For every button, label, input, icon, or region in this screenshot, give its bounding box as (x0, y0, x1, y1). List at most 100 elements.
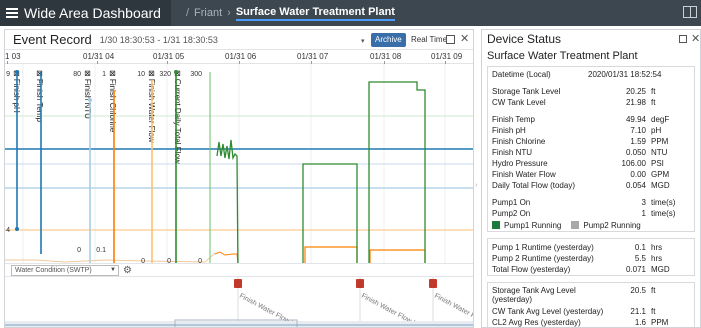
status-row-value: 1.59 (630, 137, 646, 146)
alarm-icon (429, 279, 437, 288)
status-row: Finish NTU 0.050 NTU (488, 147, 694, 158)
status-row-unit: GPM (651, 170, 670, 179)
status-row-unit: PPM (651, 137, 669, 146)
status-row-unit: MGD (651, 265, 670, 274)
maximize-icon[interactable] (679, 35, 687, 43)
series-max-label: 300 (190, 71, 202, 78)
time-tick-label: 01/31 09 (431, 52, 463, 61)
alarm-icon (234, 279, 242, 288)
series-min-label: 0.1 (96, 247, 106, 254)
status-row: Pump 1 Runtime (yesterday) 0.1 hrs (488, 242, 694, 253)
status-row: Finish Water Flow 0.00 GPM (488, 169, 694, 180)
status-row: Pump1 On 3 time(s) (488, 197, 694, 208)
status-row-value: 0.00 (630, 170, 646, 179)
series-line-chlorine (214, 251, 239, 263)
datetime-row: Datetime (Local) 2020/01/31 18:52:54 (488, 69, 694, 80)
status-row-unit: ft (651, 307, 656, 316)
breadcrumb-arrow-icon: › (227, 7, 231, 19)
time-range[interactable]: 1/30 18:30:53 - 1/31 18:30:53 (100, 35, 218, 45)
status-row-unit: ft (651, 87, 656, 96)
status-row-label: Pump 1 Runtime (yesterday) (492, 243, 594, 252)
condition-select[interactable]: Water Condition (SWTP) (11, 264, 119, 276)
time-tick-label: 01/31 07 (297, 52, 329, 61)
status-row: Daily Total Flow (today) 0.054 MGD (488, 180, 694, 191)
series-max-label: 1 (102, 71, 106, 78)
status-row-label: Pump1 On (492, 198, 531, 207)
status-row-label: Finish Chlorine (492, 137, 546, 146)
filter-bar: Water Condition (SWTP) ⚙ (5, 263, 473, 277)
status-row-value: 20.25 (625, 87, 646, 96)
status-row-unit: NTU (651, 148, 668, 157)
status-row-unit: pH (651, 126, 662, 135)
status-row-unit: ft (651, 98, 656, 107)
series-name-label: ⊠ Finish Chlorine (108, 70, 117, 133)
status-row-value: 7.10 (630, 126, 646, 135)
realtime-button[interactable]: Real Time (409, 33, 449, 47)
status-row: Total Flow (yesterday) 0.071 MGD (488, 264, 694, 275)
status-row-label: Finish pH (492, 126, 526, 135)
layout-toggle-icon[interactable] (683, 6, 697, 18)
status-row-value: 0.071 (625, 265, 646, 274)
event-record-title: Event Record (13, 32, 92, 47)
series-name-label: ⊠ Finish Temp (35, 70, 44, 122)
status-row-unit: time(s) (651, 209, 676, 218)
yesterday-averages-table: Storage Tank Avg Level (yesterday) 20.5 ft… (487, 282, 695, 327)
status-row-label: Daily Total Flow (today) (492, 181, 575, 190)
status-row: Hydro Pressure 106.00 PSI (488, 158, 694, 169)
status-row-value: 1 (641, 209, 646, 218)
status-row-value: 3 (641, 198, 646, 207)
status-row: Finish Chlorine 1.59 PPM (488, 136, 694, 147)
close-icon[interactable]: ✕ (691, 32, 700, 45)
status-row-unit: hrs (651, 254, 663, 263)
breadcrumb: / Friant › Surface Water Treatment Plant (181, 6, 395, 21)
archive-button[interactable]: Archive (371, 33, 406, 47)
status-row-label: CL2 Avg Res (yesterday) (492, 318, 581, 327)
status-row: Pump 2 Runtime (yesterday) 5.5 hrs (488, 253, 694, 264)
series-line-total-flow (216, 139, 239, 263)
status-row-unit: hrs (651, 243, 663, 252)
status-row-label: Hydro Pressure (492, 159, 548, 168)
pump-status-legend: Pump1 Running Pump2 Running (488, 219, 694, 231)
scale-bar-cap (88, 98, 92, 102)
time-axis: 1 03 01/31 04 01/31 05 01/31 06 01/31 07 01/3… (5, 50, 473, 64)
chevron-down-icon[interactable]: ▾ (361, 37, 365, 45)
main-menu-button[interactable]: Wide Area Dashboard (0, 0, 171, 26)
status-row-label: Storage Tank Level (492, 87, 561, 96)
breadcrumb-friant[interactable]: Friant (194, 7, 222, 19)
gear-icon[interactable]: ⚙ (123, 265, 132, 276)
scale-bar-cap (174, 70, 178, 74)
status-row-label: Finish Temp (492, 115, 535, 124)
status-table: Datetime (Local) 2020/01/31 18:52:54 Sto… (487, 66, 695, 232)
alarm-icon (356, 279, 364, 288)
status-row-label: Pump 2 Runtime (yesterday) (492, 254, 594, 263)
status-row-value: 0.050 (625, 148, 646, 157)
top-bar: Wide Area Dashboard / Friant › Surface W… (0, 0, 701, 26)
series-line-chlorine-pumps (304, 246, 426, 263)
time-tick-label: 01/31 05 (153, 52, 185, 61)
status-row-value: 21.1 (630, 307, 646, 316)
maximize-icon[interactable] (446, 35, 455, 44)
status-row-label: Storage Tank Avg Level (yesterday) (492, 286, 576, 304)
close-icon[interactable]: ✕ (460, 32, 469, 45)
datetime-label: Datetime (Local) (492, 70, 551, 79)
status-row-label: Total Flow (yesterday) (492, 265, 571, 274)
status-row-label: Pump2 On (492, 209, 531, 218)
breadcrumb-current[interactable]: Surface Water Treatment Plant (235, 6, 395, 21)
status-row: Storage Tank Level 20.25 ft (488, 86, 694, 97)
status-row-value: 0.054 (625, 181, 646, 190)
status-row-unit: time(s) (651, 198, 676, 207)
trend-plot[interactable]: ⊠ Finish pH94⊠ Finish Temp⊠ Finish NTU80… (5, 64, 474, 263)
datetime-value: 2020/01/31 18:52:54 (588, 70, 662, 79)
status-row-unit: ft (651, 286, 656, 295)
status-row-unit: PSI (651, 159, 664, 168)
hamburger-icon (6, 8, 18, 18)
status-row: Storage Tank Avg Level (yesterday) 20.5 ft (488, 286, 694, 306)
status-row: CL2 Avg Res (yesterday) 1.6 PPM (488, 317, 694, 327)
scale-bar-cap (15, 70, 19, 74)
pump1-status: Pump1 Running (492, 221, 561, 230)
status-row-label: Finish NTU (492, 148, 533, 157)
yesterday-table: Pump 1 Runtime (yesterday) 0.1 hrs Pump 2 R… (487, 238, 695, 276)
series-max-label: 10 (137, 71, 145, 78)
device-status-title: Device Status (487, 32, 562, 46)
collapse-arrow-icon[interactable]: › (475, 182, 477, 189)
